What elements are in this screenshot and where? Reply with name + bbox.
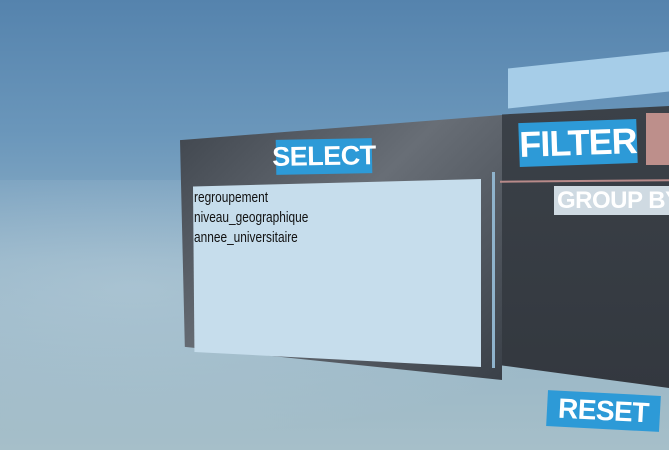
select-title: SELECT xyxy=(272,138,376,175)
filter-title: FILTER xyxy=(518,118,638,168)
select-list[interactable]: regroupement niveau_geographique annee_u… xyxy=(193,179,481,367)
top-panel-strip xyxy=(508,51,669,109)
reset-button[interactable]: RESET xyxy=(546,390,661,432)
filter-color-swatch[interactable] xyxy=(646,113,669,165)
list-item[interactable]: regroupement xyxy=(194,188,429,208)
group-by-label[interactable]: GROUP BY xyxy=(554,186,669,215)
list-item[interactable]: annee_universitaire xyxy=(194,228,429,248)
panel-divider xyxy=(492,172,495,368)
list-item[interactable]: niveau_geographique xyxy=(194,208,429,228)
